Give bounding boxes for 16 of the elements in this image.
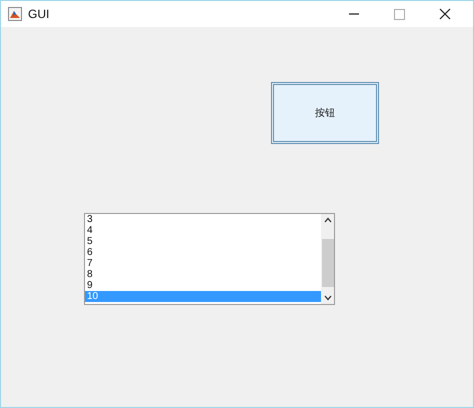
list-box[interactable]: 3 4 5 6 7 8 9 10 (84, 213, 335, 305)
scroll-up-icon[interactable] (324, 217, 332, 223)
window-title: GUI (28, 7, 50, 21)
scrollbar[interactable] (321, 214, 334, 304)
app-icon (8, 7, 22, 21)
close-icon[interactable] (439, 8, 451, 20)
list-item[interactable]: 5 (85, 236, 321, 247)
list-item[interactable]: 3 (85, 214, 321, 225)
list-item[interactable]: 8 (85, 269, 321, 280)
list-item[interactable]: 9 (85, 280, 321, 291)
push-button[interactable]: 按钮 (271, 82, 379, 144)
scroll-down-icon[interactable] (324, 295, 332, 301)
list-item[interactable]: 7 (85, 258, 321, 269)
list-item[interactable]: 6 (85, 247, 321, 258)
list-item[interactable]: 4 (85, 225, 321, 236)
scroll-thumb[interactable] (322, 239, 334, 287)
